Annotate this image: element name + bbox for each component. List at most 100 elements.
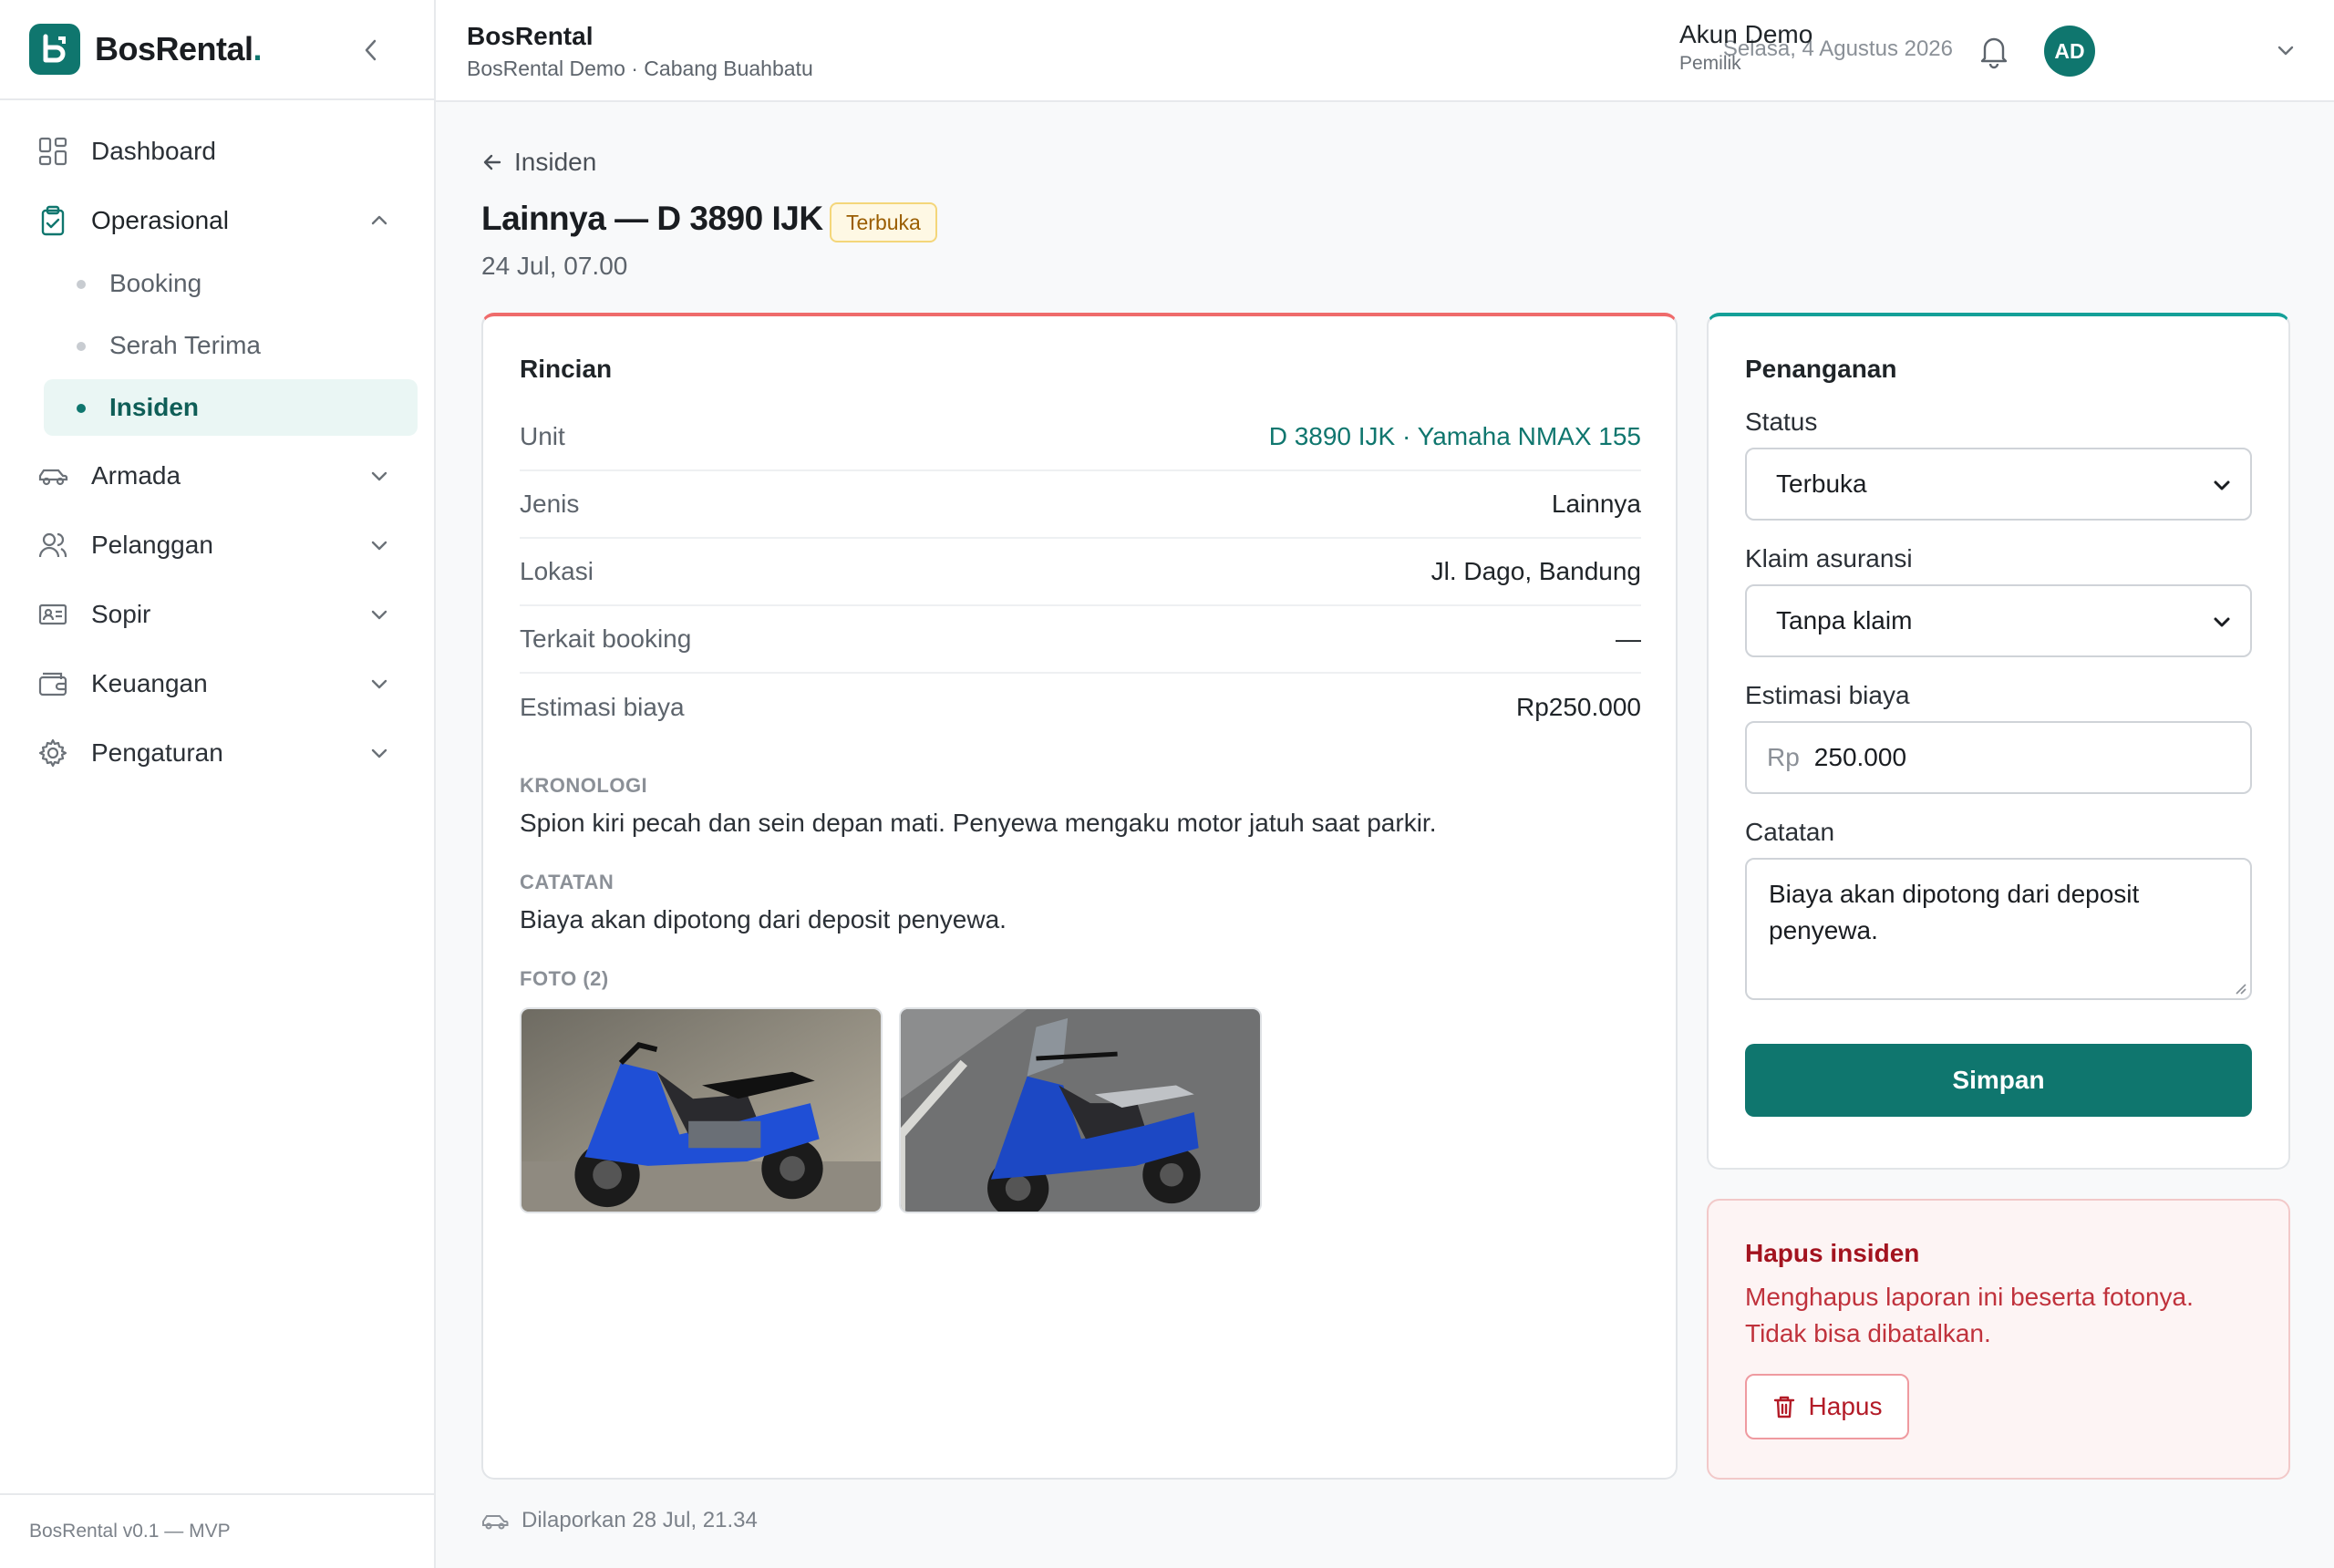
page-title: Lainnya — D 3890 IJK: [481, 200, 823, 237]
gear-icon: [36, 737, 69, 769]
delete-title: Hapus insiden: [1745, 1239, 1920, 1267]
estimated-cost-value: 250.000: [1813, 743, 1907, 771]
detail-list: Unit D 3890 IJK · Yamaha NMAX 155 Jenis …: [520, 404, 1641, 741]
detail-row-estimasi-biaya: Estimasi biaya Rp250.000: [520, 674, 1641, 741]
sidebar-item-label: Pengaturan: [91, 738, 223, 767]
insurance-claim-select-value: Tanpa klaim: [1776, 606, 1913, 634]
id-card-icon: [36, 598, 69, 631]
detail-key: Terkait booking: [520, 624, 692, 653]
chronology-text: Spion kiri pecah dan sein depan mati. Pe…: [520, 809, 1437, 837]
status-label: Status: [1745, 407, 1818, 436]
back-link-label: Insiden: [514, 148, 597, 176]
sidebar-subitem-insiden[interactable]: Insiden: [44, 379, 418, 436]
notes-text: Biaya akan dipotong dari deposit penyewa…: [520, 905, 1007, 934]
users-icon: [36, 529, 69, 562]
status-select-value: Terbuka: [1776, 469, 1867, 498]
collapse-sidebar-button[interactable]: [356, 35, 387, 66]
notes-textarea-value: Biaya akan dipotong dari deposit penyewa…: [1769, 880, 2140, 944]
unit-link[interactable]: D 3890 IJK · Yamaha NMAX 155: [1269, 422, 1641, 451]
chevron-down-icon: [371, 541, 387, 551]
scooter-photo-icon: [901, 1009, 1260, 1212]
sidebar-subitem-label: Serah Terima: [109, 331, 262, 359]
status-select[interactable]: Terbuka: [1745, 448, 2252, 521]
detail-heading: Rincian: [520, 355, 613, 383]
wallet-icon: [36, 667, 69, 700]
sidebar-item-sopir[interactable]: Sopir: [0, 580, 434, 649]
detail-key: Lokasi: [520, 557, 594, 585]
chevron-down-icon: [371, 610, 387, 620]
insurance-claim-select[interactable]: Tanpa klaim: [1745, 584, 2252, 657]
reported-text: Dilaporkan 28 Jul, 21.34: [522, 1508, 758, 1532]
cost-label: Estimasi biaya: [1745, 681, 1910, 709]
car-icon: [36, 459, 69, 492]
bullet-icon: [77, 342, 86, 351]
chronology-label: KRONOLOGI: [520, 774, 648, 797]
bell-icon[interactable]: [1977, 33, 2011, 69]
grid-icon: [36, 135, 69, 168]
claim-label: Klaim asuransi: [1745, 544, 1913, 573]
sidebar-nav: Dashboard Operasional Booking Serah Teri…: [0, 100, 434, 788]
sidebar-item-label: Pelanggan: [91, 531, 213, 559]
sidebar-item-operasional[interactable]: Operasional: [0, 186, 434, 255]
chevron-down-icon: [2214, 480, 2230, 490]
chevron-down-icon: [2214, 617, 2230, 627]
sidebar-subitem-label: Insiden: [109, 393, 200, 421]
sidebar-item-armada[interactable]: Armada: [0, 441, 434, 511]
resize-handle-icon[interactable]: [2232, 980, 2246, 995]
chevron-down-icon[interactable]: [2274, 38, 2298, 62]
sidebar-item-label: Sopir: [91, 600, 151, 628]
scooter-photo-icon: [522, 1009, 881, 1212]
arrow-left-icon: [483, 154, 501, 170]
currency-prefix: Rp: [1767, 743, 1800, 771]
sidebar-item-label: Keuangan: [91, 669, 208, 697]
chevron-down-icon: [371, 471, 387, 481]
user-name[interactable]: Akun Demo: [1679, 20, 1812, 49]
brand-name: BosRental: [95, 30, 253, 67]
detail-key: Unit: [520, 422, 565, 450]
sidebar-item-dashboard[interactable]: Dashboard: [0, 117, 434, 186]
sidebar-subitem-booking[interactable]: Booking: [44, 255, 418, 312]
detail-value: Lainnya: [1551, 490, 1641, 518]
handling-notes-label: Catatan: [1745, 818, 1835, 846]
sidebar-subitem-serah-terima[interactable]: Serah Terima: [44, 317, 418, 374]
sidebar-item-label: Dashboard: [91, 137, 216, 165]
incident-photo[interactable]: [520, 1007, 883, 1213]
back-link[interactable]: Insiden: [481, 148, 596, 177]
brand-dot: .: [253, 30, 263, 67]
photo-gallery: [520, 1007, 1641, 1213]
photos-label: FOTO (2): [520, 967, 609, 990]
detail-row-lokasi: Lokasi Jl. Dago, Bandung: [520, 539, 1641, 606]
detail-value: —: [1616, 624, 1641, 653]
detail-row-unit: Unit D 3890 IJK · Yamaha NMAX 155: [520, 404, 1641, 471]
chevron-left-icon: [365, 39, 377, 61]
delete-description: Menghapus laporan ini beserta fotonya. T…: [1745, 1283, 2194, 1347]
logo-icon: [29, 24, 80, 75]
sidebar-item-keuangan[interactable]: Keuangan: [0, 649, 434, 718]
brand: BosRental.: [0, 0, 434, 100]
detail-row-jenis: Jenis Lainnya: [520, 471, 1641, 539]
incident-photo[interactable]: [899, 1007, 1262, 1213]
delete-incident-card: Hapus insiden Menghapus laporan ini bese…: [1707, 1199, 2290, 1480]
sidebar-item-pelanggan[interactable]: Pelanggan: [0, 511, 434, 580]
chevron-down-icon: [371, 679, 387, 689]
car-icon: [482, 1515, 509, 1530]
handling-heading: Penanganan: [1745, 355, 1897, 383]
bullet-icon: [77, 404, 86, 413]
header-subtitle: BosRental Demo · Cabang Buahbatu: [467, 57, 813, 80]
header-title: BosRental: [467, 22, 594, 50]
estimated-cost-input[interactable]: Rp 250.000: [1745, 721, 2252, 794]
detail-value: Jl. Dago, Bandung: [1430, 557, 1641, 585]
sidebar: BosRental. Dashboard Operasional Booking…: [0, 0, 436, 1568]
notes-textarea[interactable]: Biaya akan dipotong dari deposit penyewa…: [1745, 858, 2252, 1000]
sidebar-item-label: Armada: [91, 461, 181, 490]
save-button[interactable]: Simpan: [1745, 1044, 2252, 1117]
sidebar-footer: BosRental v0.1 — MVP: [0, 1493, 434, 1568]
handling-card: Penanganan Status Terbuka Klaim asuransi…: [1707, 313, 2290, 1170]
avatar[interactable]: AD: [2044, 26, 2095, 77]
detail-value: Rp250.000: [1515, 693, 1641, 721]
detail-key: Estimasi biaya: [520, 693, 685, 721]
sidebar-item-pengaturan[interactable]: Pengaturan: [0, 718, 434, 788]
chevron-down-icon: [371, 748, 387, 758]
delete-button[interactable]: Hapus: [1745, 1374, 1909, 1439]
chevron-up-icon: [371, 215, 387, 225]
